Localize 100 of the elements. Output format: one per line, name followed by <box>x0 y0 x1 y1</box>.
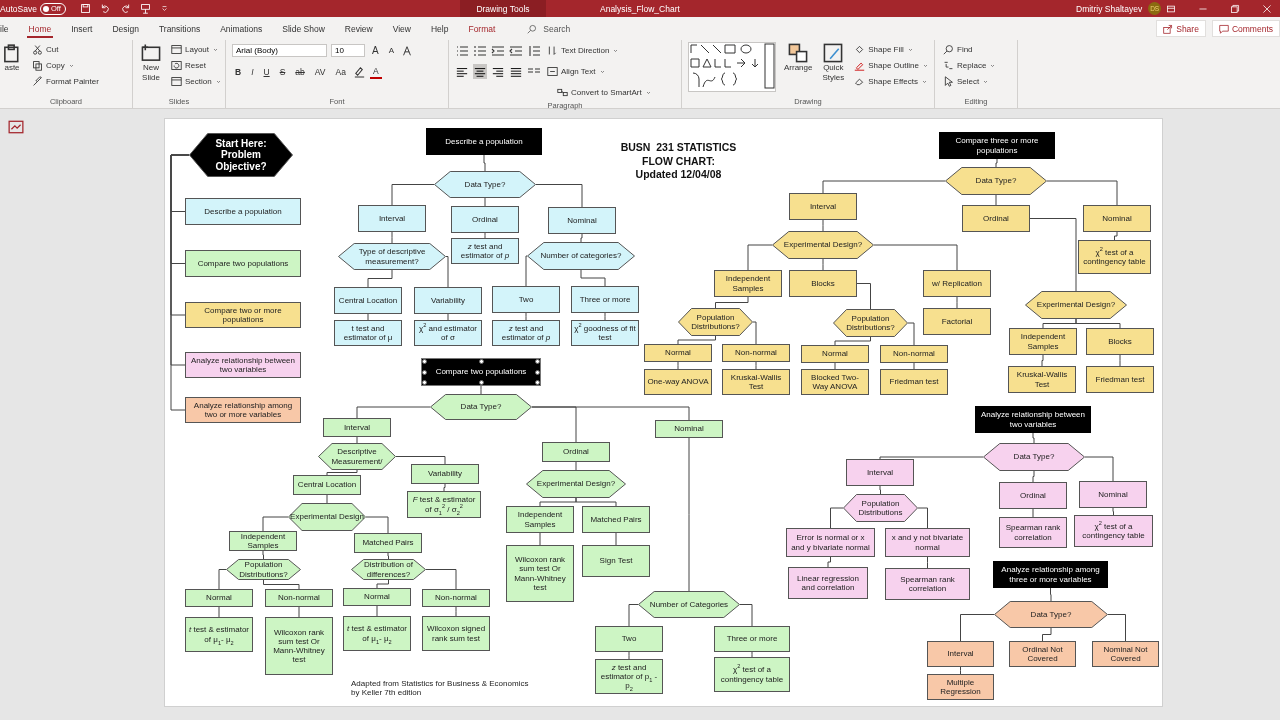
align-button[interactable] <box>473 64 487 79</box>
section-icon[interactable] <box>171 75 182 87</box>
ribbon-tab[interactable]: Home <box>18 17 62 40</box>
ribbon-tab[interactable]: Insert <box>61 17 103 40</box>
flowchart-node: z test and estimator of p <box>492 320 560 346</box>
connector-line <box>367 269 393 288</box>
align-icon <box>474 65 486 78</box>
ribbon-button[interactable]: Find <box>941 42 999 56</box>
format-button[interactable]: Aa <box>332 64 349 79</box>
ribbon-tab[interactable]: Slide Show <box>272 17 335 40</box>
ribbon-button[interactable]: Align Text <box>545 64 608 79</box>
connector-line <box>445 256 449 288</box>
indent-icon[interactable] <box>509 43 523 58</box>
ribbon-tab[interactable]: ile <box>0 17 19 40</box>
grow-font-button[interactable]: A <box>369 43 382 58</box>
ribbon-button[interactable]: Text Direction <box>545 43 622 58</box>
save-icon[interactable] <box>79 3 91 14</box>
bullets-icon[interactable] <box>455 43 469 58</box>
ribbon-button[interactable]: Shape Effects <box>852 74 931 88</box>
ribbon-button[interactable]: Layout <box>169 42 224 56</box>
ribbon-button[interactable]: Replace <box>941 58 999 72</box>
clear-format-icon[interactable] <box>401 44 413 57</box>
connector-line <box>443 483 446 492</box>
arrange-icon[interactable] <box>788 43 809 63</box>
scissors-icon[interactable] <box>32 43 43 55</box>
ribbon-button[interactable]: Cut <box>30 42 101 56</box>
quick-styles-button[interactable]: Quick Styles <box>820 42 847 84</box>
flowchart-node: Central Location <box>334 287 402 314</box>
line-spacing-icon[interactable] <box>527 43 541 58</box>
slide-thumbnail-icon[interactable] <box>8 119 24 135</box>
text-direction-icon[interactable] <box>547 45 558 56</box>
ribbon-tab[interactable]: Format <box>458 17 506 40</box>
ribbon-button[interactable]: Format Painter <box>30 74 101 88</box>
flowchart-node: Three or more <box>571 286 639 313</box>
format-button[interactable]: B <box>232 64 245 79</box>
paste-button[interactable]: aste <box>0 42 24 74</box>
numbering-icon[interactable] <box>473 43 487 58</box>
highlight-icon[interactable] <box>352 65 366 78</box>
ribbon-button[interactable]: Select <box>941 74 999 88</box>
caret-icon[interactable] <box>644 89 652 96</box>
comments-button[interactable]: Comments <box>1211 20 1280 37</box>
ribbon-button[interactable]: Copy <box>30 58 101 72</box>
search-icon[interactable] <box>943 43 954 55</box>
undo-icon[interactable] <box>99 3 111 14</box>
clipboard-icon[interactable] <box>2 43 22 63</box>
ribbon-tab[interactable]: Animations <box>210 17 273 40</box>
connector-line <box>1050 587 1052 602</box>
smartart-icon[interactable] <box>557 87 568 98</box>
flowchart-node: Central Location <box>293 475 361 495</box>
format-button[interactable]: U <box>260 64 273 79</box>
ribbon-display-icon[interactable] <box>1166 3 1176 14</box>
align-icon <box>492 65 504 78</box>
format-button[interactable]: S <box>276 64 289 79</box>
ribbon-button[interactable]: Reset <box>169 58 224 72</box>
new-slide-button[interactable]: New Slide <box>139 42 163 84</box>
flowchart-node: Independent Samples <box>1009 328 1077 355</box>
font-size-field[interactable]: 10 <box>331 44 365 57</box>
flowchart-node: Variability <box>411 464 479 484</box>
share-button[interactable]: Share <box>1156 20 1206 37</box>
font-name-field[interactable]: Arial (Body) <box>232 44 327 57</box>
layout-icon[interactable] <box>171 43 182 55</box>
quick-styles-icon[interactable] <box>823 43 844 63</box>
redo-icon[interactable] <box>119 3 131 14</box>
reset-icon[interactable] <box>171 59 182 71</box>
connector-line <box>455 606 457 617</box>
restore-icon[interactable] <box>1230 3 1240 14</box>
shrink-font-button[interactable]: A <box>385 43 397 58</box>
connector-line <box>739 604 753 627</box>
indent-icon[interactable] <box>491 43 505 58</box>
shapes-gallery[interactable] <box>688 42 776 92</box>
new-slide-icon[interactable] <box>141 43 161 63</box>
format-button[interactable]: ab <box>292 64 308 79</box>
caret-icon[interactable] <box>598 68 606 75</box>
close-icon[interactable] <box>1262 3 1272 14</box>
font-color-button[interactable]: A <box>369 64 382 79</box>
ribbon-tab[interactable]: View <box>382 17 421 40</box>
ribbon-button[interactable]: Convert to SmartArt <box>555 85 654 100</box>
connector-line <box>907 322 915 346</box>
ribbon-tab[interactable]: Review <box>334 17 383 40</box>
decision-node: Population Distributions? <box>226 559 301 580</box>
replace-icon[interactable] <box>943 59 954 71</box>
ribbon-tab[interactable]: Design <box>102 17 149 40</box>
paintbrush-icon[interactable] <box>32 75 43 87</box>
ribbon-button[interactable]: Shape Fill <box>852 42 931 56</box>
ribbon-tab[interactable]: Transitions <box>148 17 211 40</box>
format-button[interactable]: I <box>248 64 257 79</box>
arrange-button[interactable]: Arrange <box>782 42 815 74</box>
copy-icon[interactable] <box>32 59 43 71</box>
cursor-icon[interactable] <box>943 75 954 87</box>
eraser-icon[interactable] <box>854 75 866 87</box>
ribbon-button[interactable]: Section <box>169 74 224 88</box>
ribbon-tab[interactable]: Help <box>420 17 459 40</box>
presentation-icon[interactable] <box>139 3 151 14</box>
caret-icon[interactable] <box>612 47 620 54</box>
format-button[interactable]: AV <box>311 64 329 79</box>
search-field[interactable]: Search <box>541 22 606 35</box>
flowchart-node: Ordinal <box>999 482 1067 509</box>
align-text-icon[interactable] <box>547 66 558 77</box>
flowchart-node: Normal <box>185 589 253 607</box>
ribbon-button[interactable]: Shape Outline <box>852 58 931 72</box>
